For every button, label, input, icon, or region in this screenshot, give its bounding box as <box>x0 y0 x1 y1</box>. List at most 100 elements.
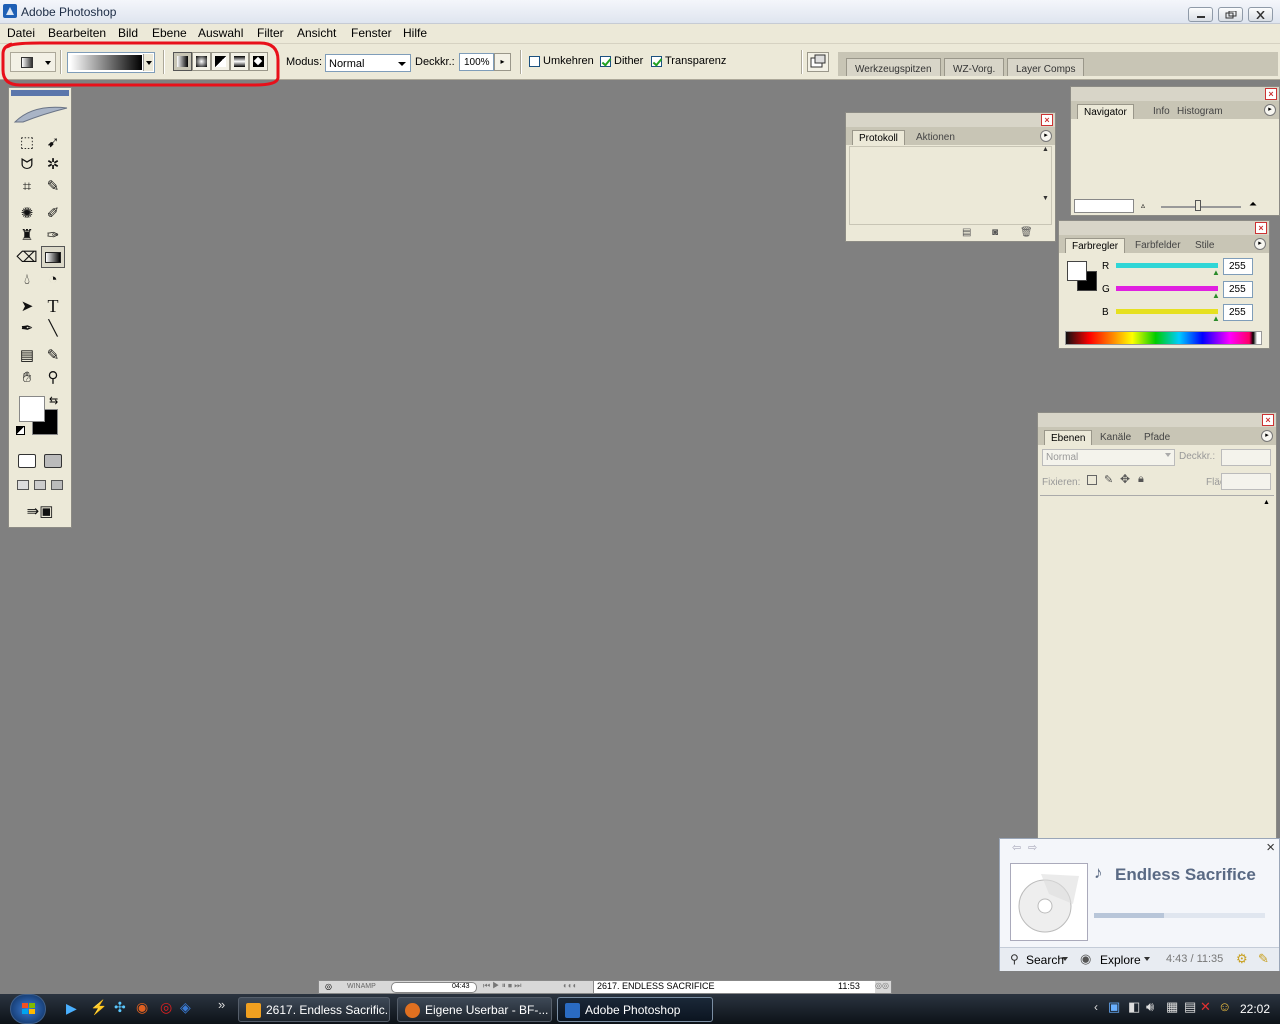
menu-filter[interactable]: Filter <box>257 26 284 40</box>
path-selection-tool[interactable]: ➤ <box>15 295 39 317</box>
type-tool[interactable]: T <box>41 295 65 317</box>
well-tab-werkzeugspitzen[interactable]: Werkzeugspitzen <box>846 58 941 76</box>
messenger-tray-icon[interactable]: ☺ <box>1218 999 1231 1014</box>
dodge-tool[interactable]: ◔ <box>41 268 65 290</box>
eraser-tool[interactable]: ⌫ <box>15 246 39 268</box>
slider-handle-icon[interactable]: ▲ <box>1212 314 1220 323</box>
well-tab-layer-comps[interactable]: Layer Comps <box>1007 58 1085 76</box>
network-icon[interactable]: ▣ <box>1108 999 1120 1015</box>
stamp-tool[interactable]: ♜ <box>15 224 39 246</box>
tab-farbregler[interactable]: Farbregler <box>1065 238 1126 253</box>
lock-transparency-icon[interactable] <box>1087 475 1097 485</box>
taskbar-button-winamp[interactable]: 2617. Endless Sacrific... <box>238 997 390 1022</box>
volume-icon[interactable]: 🔊︎ <box>1146 999 1154 1015</box>
tab-histogram[interactable]: Histogram <box>1171 104 1229 119</box>
modus-select[interactable]: Normal <box>325 54 411 72</box>
photoshop-quicklaunch-icon[interactable]: ◈ <box>180 999 191 1016</box>
tab-aktionen[interactable]: Aktionen <box>910 130 961 145</box>
well-tab-wz-vorg[interactable]: WZ-Vorg. <box>944 58 1005 76</box>
lock-image-icon[interactable]: ✎ <box>1104 473 1113 486</box>
close-icon[interactable]: × <box>1266 839 1275 856</box>
default-colors-icon[interactable] <box>16 426 25 435</box>
standard-screen-mode-button[interactable] <box>17 480 29 490</box>
toolbox-header[interactable] <box>11 90 69 96</box>
channel-g-input[interactable]: 255 <box>1223 281 1253 298</box>
search-button[interactable]: Search <box>1026 953 1064 967</box>
file-browser-button[interactable] <box>807 52 829 72</box>
slider-handle-icon[interactable]: ▲ <box>1212 291 1220 300</box>
tab-navigator[interactable]: Navigator <box>1077 104 1134 119</box>
lock-position-icon[interactable]: ✥ <box>1120 472 1130 486</box>
zoom-slider-handle[interactable] <box>1195 200 1201 211</box>
playback-progress-bar[interactable] <box>1094 913 1265 918</box>
scrollbar[interactable]: ▲ <box>1263 499 1273 837</box>
notes-tool[interactable]: ▤ <box>15 344 39 366</box>
move-tool[interactable]: ➹ <box>41 131 65 153</box>
dither-checkbox[interactable] <box>600 56 611 67</box>
blend-mode-select[interactable]: Normal <box>1042 449 1175 466</box>
panel-titlebar[interactable] <box>1038 413 1276 427</box>
new-snapshot-icon[interactable]: ◙ <box>992 227 998 238</box>
opera-icon[interactable]: ◎ <box>160 999 172 1016</box>
forward-arrow-icon[interactable]: ⇨ <box>1028 841 1037 854</box>
panel-menu-icon[interactable]: ▸ <box>1040 130 1052 142</box>
brush-tool[interactable]: ✐ <box>41 202 65 224</box>
foreground-color-swatch[interactable] <box>1067 261 1087 281</box>
foreground-color-swatch[interactable] <box>19 396 45 422</box>
security-alert-icon[interactable]: ✕ <box>1200 999 1211 1015</box>
marquee-tool[interactable]: ⬚ <box>15 131 39 153</box>
clock[interactable]: 22:02 <box>1240 1002 1270 1016</box>
transparenz-checkbox[interactable] <box>651 56 662 67</box>
close-button[interactable] <box>1248 7 1273 22</box>
magic-wand-tool[interactable]: ✲ <box>41 153 65 175</box>
menu-ebene[interactable]: Ebene <box>152 26 187 40</box>
full-screen-mode-button[interactable] <box>51 480 63 490</box>
channel-b-input[interactable]: 255 <box>1223 304 1253 321</box>
menu-ansicht[interactable]: Ansicht <box>297 26 336 40</box>
taskbar-button-firefox[interactable]: Eigene Userbar - BF-... <box>397 997 552 1022</box>
slice-tool[interactable]: ✎ <box>41 175 65 197</box>
device-icon[interactable]: ▤ <box>1184 999 1196 1015</box>
panel-titlebar[interactable] <box>1071 87 1279 101</box>
quicklaunch-overflow-icon[interactable]: » <box>218 997 225 1012</box>
menu-fenster[interactable]: Fenster <box>351 26 392 40</box>
trash-icon[interactable]: 🗑︎ <box>1020 227 1033 238</box>
language-icon[interactable]: ▦ <box>1166 999 1178 1015</box>
gradient-tool[interactable] <box>41 246 65 268</box>
media-player-icon[interactable]: ▶ <box>66 1000 77 1017</box>
tab-ebenen[interactable]: Ebenen <box>1044 430 1093 445</box>
healing-brush-tool[interactable]: ✺ <box>15 202 39 224</box>
fill-input[interactable] <box>1221 473 1271 490</box>
panel-menu-icon[interactable]: ▸ <box>1264 104 1276 116</box>
tray-expand-icon[interactable]: ‹ <box>1094 1000 1098 1014</box>
deckkraft-input[interactable]: 100% <box>459 53 494 71</box>
slider-handle-icon[interactable]: ▲ <box>1212 268 1220 277</box>
tab-kanaele[interactable]: Kanäle <box>1094 430 1137 445</box>
menu-bild[interactable]: Bild <box>118 26 138 40</box>
tray-app-icon[interactable]: ◧ <box>1128 999 1140 1015</box>
zoom-out-icon[interactable]: ▵ <box>1141 201 1145 210</box>
minimize-button[interactable] <box>1188 7 1213 22</box>
panel-menu-icon[interactable]: ▸ <box>1261 430 1273 442</box>
deckkraft-slider-button[interactable]: ▸ <box>494 53 511 71</box>
options-icon[interactable]: ✎ <box>1258 951 1269 967</box>
crop-tool[interactable]: ⌗ <box>15 175 39 197</box>
close-icon[interactable]: × <box>1262 414 1274 426</box>
tab-stile[interactable]: Stile <box>1189 238 1220 253</box>
winamp-menu-icon[interactable]: ◎ <box>325 982 332 991</box>
lock-all-icon[interactable]: 🔒︎ <box>1138 473 1144 486</box>
lasso-tool[interactable]: ᗢ <box>15 153 39 175</box>
hand-tool[interactable]: ✋︎ <box>15 366 39 388</box>
channel-r-input[interactable]: 255 <box>1223 258 1253 275</box>
rate-icon[interactable]: ⚙ <box>1236 951 1248 967</box>
eyedropper-tool[interactable]: ✎ <box>41 344 65 366</box>
menu-datei[interactable]: Datei <box>7 26 35 40</box>
channel-b-slider[interactable] <box>1116 309 1218 314</box>
umkehren-checkbox[interactable] <box>529 56 540 67</box>
swap-colors-icon[interactable]: ⇆ <box>49 394 58 407</box>
new-document-icon[interactable]: ▤ <box>962 227 971 238</box>
scrollbar[interactable]: ▲ ▼ <box>1042 146 1052 225</box>
panel-titlebar[interactable] <box>846 113 1055 127</box>
channel-r-slider[interactable] <box>1116 263 1218 268</box>
winamp-quicklaunch-icon[interactable]: ⚡ <box>90 999 107 1016</box>
